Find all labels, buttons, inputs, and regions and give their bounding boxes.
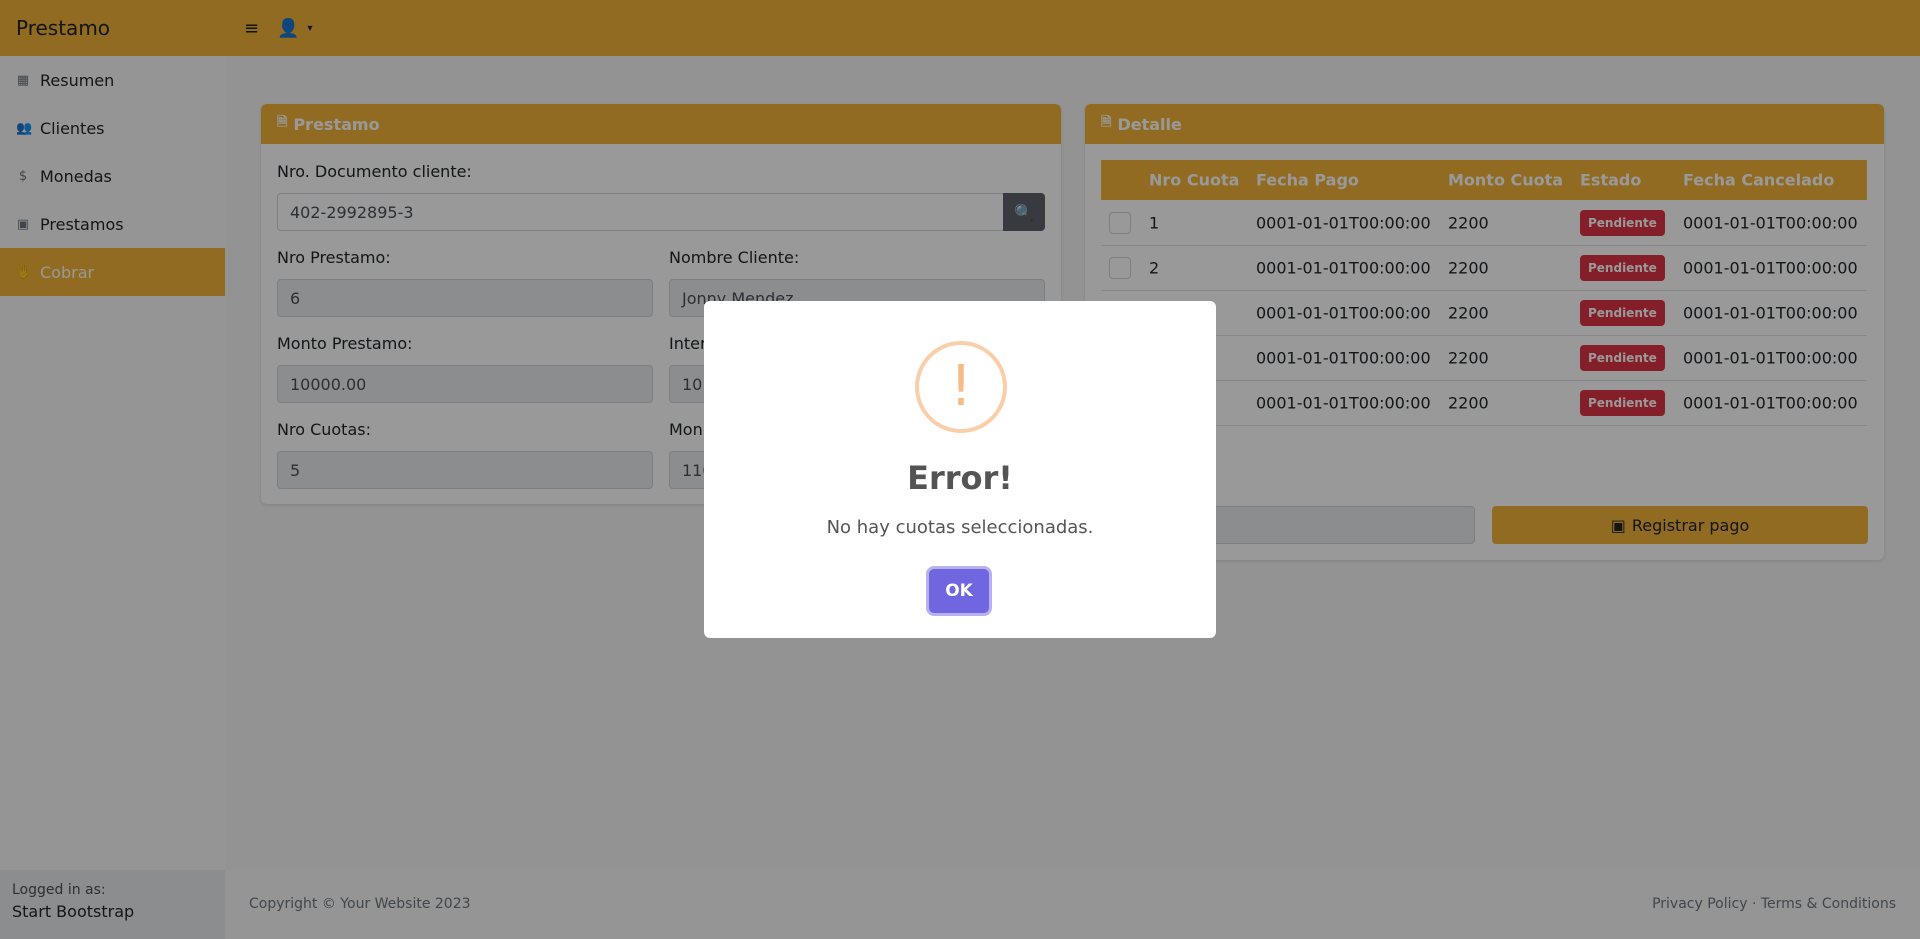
- warning-icon: !: [915, 341, 1007, 433]
- ok-button[interactable]: OK: [929, 569, 989, 613]
- dialog-title: Error!: [907, 459, 1013, 497]
- error-dialog: ! Error! No hay cuotas seleccionadas. OK: [704, 301, 1216, 638]
- dialog-message: No hay cuotas seleccionadas.: [826, 517, 1094, 538]
